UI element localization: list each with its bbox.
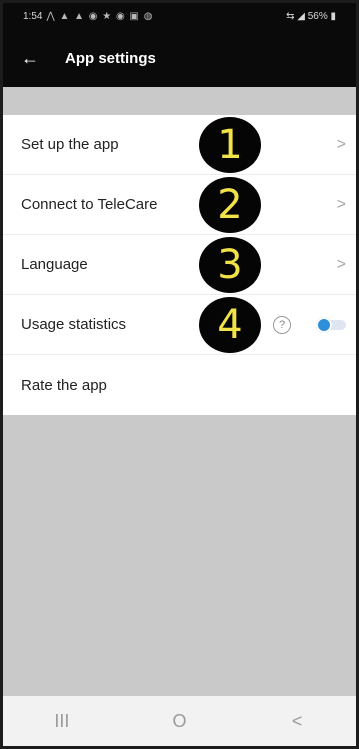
- system-nav-bar: III O <: [3, 696, 356, 746]
- chevron-right-icon: >: [336, 195, 346, 213]
- back-arrow-icon[interactable]: ←: [21, 48, 47, 69]
- annotation-marker-3: 3: [199, 236, 261, 293]
- recents-button[interactable]: III: [32, 711, 92, 732]
- status-bar: 1:54 ⋀ ▲ ▲ ◉ ★ ◉ ▣ ◍ ⇆ ◢ 56% ▮: [3, 3, 356, 29]
- settings-item-label: Connect to TeleCare: [21, 196, 158, 213]
- status-time: 1:54: [23, 10, 43, 22]
- settings-item-label: Usage statistics: [21, 316, 127, 333]
- annotation-marker-4: 4: [199, 296, 261, 353]
- settings-item-label: Set up the app: [21, 136, 119, 153]
- back-button[interactable]: <: [267, 711, 327, 732]
- app-bar: ← App settings: [3, 29, 356, 87]
- page-title: App settings: [65, 49, 156, 67]
- settings-item-rate-the-app[interactable]: Rate the app: [3, 355, 356, 415]
- status-right: ⇆ ◢ 56% ▮: [286, 11, 336, 22]
- help-question-icon[interactable]: ?: [273, 315, 291, 334]
- usage-statistics-toggle[interactable]: [316, 316, 346, 333]
- annotation-marker-1: 1: [199, 116, 261, 173]
- settings-item-connect-to-telecare[interactable]: Connect to TeleCare 2 >: [3, 175, 356, 235]
- signal-battery-indicator: ⇆ ◢ 56% ▮: [286, 10, 336, 22]
- settings-item-set-up-the-app[interactable]: Set up the app 1 >: [3, 115, 356, 175]
- status-left: 1:54 ⋀ ▲ ▲ ◉ ★ ◉ ▣ ◍: [23, 11, 154, 22]
- settings-item-label: Language: [21, 256, 88, 273]
- home-button[interactable]: O: [149, 711, 209, 732]
- annotation-marker-2: 2: [199, 176, 261, 233]
- toggle-knob: [316, 316, 332, 333]
- settings-item-language[interactable]: Language 3 >: [3, 235, 356, 295]
- section-spacer: [3, 87, 356, 115]
- settings-item-usage-statistics: Usage statistics 4 ?: [3, 295, 356, 355]
- notification-icons: ⋀ ▲ ▲ ◉ ★ ◉ ▣ ◍: [46, 10, 154, 22]
- chevron-right-icon: >: [336, 135, 346, 153]
- settings-list: Set up the app 1 > Connect to TeleCare 2…: [3, 115, 356, 415]
- settings-item-label: Rate the app: [21, 376, 107, 394]
- chevron-right-icon: >: [336, 255, 346, 273]
- phone-screen: 1:54 ⋀ ▲ ▲ ◉ ★ ◉ ▣ ◍ ⇆ ◢ 56% ▮ ← App set…: [0, 0, 359, 749]
